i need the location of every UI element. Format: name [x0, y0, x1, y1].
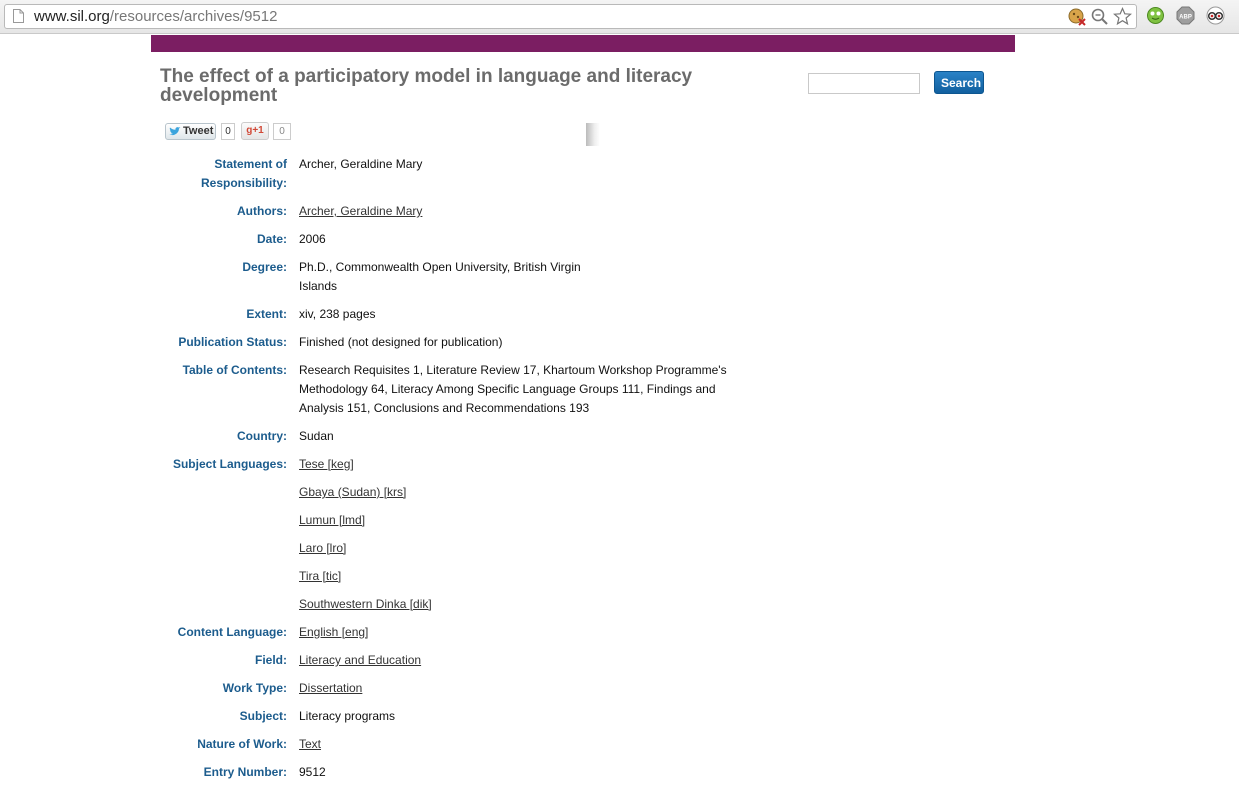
- browser-toolbar: www.sil.org/resources/archives/9512 ABP: [0, 0, 1239, 34]
- subject-language-link[interactable]: Laro [lro]: [299, 539, 729, 558]
- authors-label: Authors:: [237, 204, 287, 218]
- publication-status-label: Publication Status:: [178, 335, 287, 349]
- country-value: Sudan: [299, 429, 334, 443]
- google-plus-button[interactable]: g+1: [241, 122, 269, 140]
- statement-value: Archer, Geraldine Mary: [299, 157, 423, 171]
- nature-of-work-label: Nature of Work:: [197, 737, 287, 751]
- subject-language-link[interactable]: Tira [tic]: [299, 567, 729, 586]
- url-text[interactable]: www.sil.org/resources/archives/9512: [34, 8, 277, 25]
- page-icon: [13, 9, 24, 23]
- subject-row: Subject: Literacy programs: [160, 707, 760, 726]
- field-link[interactable]: Literacy and Education: [299, 653, 421, 667]
- tweet-button[interactable]: Tweet: [165, 123, 216, 140]
- content-language-row: Content Language: English [eng]: [160, 623, 760, 642]
- degree-value: Ph.D., Commonwealth Open University, Bri…: [299, 260, 581, 293]
- degree-row: Degree: Ph.D., Commonwealth Open Univers…: [160, 258, 760, 296]
- work-type-row: Work Type: Dissertation: [160, 679, 760, 698]
- work-type-label: Work Type:: [222, 681, 287, 695]
- search-input[interactable]: [808, 73, 920, 94]
- extent-label: Extent:: [246, 307, 287, 321]
- cookie-blocked-icon[interactable]: [1067, 7, 1086, 26]
- statement-label: Statement of Responsibility:: [200, 157, 287, 190]
- nature-of-work-row: Nature of Work: Text: [160, 735, 760, 754]
- author-link[interactable]: Archer, Geraldine Mary: [299, 204, 422, 218]
- entry-number-row: Entry Number: 9512: [160, 763, 760, 782]
- page-title: The effect of a participatory model in l…: [160, 66, 693, 106]
- country-row: Country: Sudan: [160, 427, 760, 446]
- extent-row: Extent: xiv, 238 pages: [160, 305, 760, 324]
- subject-languages-list: Tese [keg] Gbaya (Sudan) [krs] Lumun [lm…: [299, 455, 729, 614]
- google-plus-count: 0: [273, 123, 291, 140]
- content-language-link[interactable]: English [eng]: [299, 625, 368, 639]
- subject-label: Subject:: [239, 709, 287, 723]
- publication-status-row: Publication Status: Finished (not design…: [160, 333, 760, 352]
- table-of-contents-label: Table of Contents:: [182, 363, 287, 377]
- degree-label: Degree:: [242, 260, 287, 274]
- tweet-label: Tweet: [183, 125, 214, 137]
- country-label: Country:: [237, 429, 287, 443]
- date-label: Date:: [256, 232, 287, 246]
- zoom-icon[interactable]: [1090, 7, 1109, 26]
- address-bar[interactable]: www.sil.org/resources/archives/9512: [4, 4, 1137, 29]
- subject-language-link[interactable]: Gbaya (Sudan) [krs]: [299, 483, 729, 502]
- extent-value: xiv, 238 pages: [299, 307, 376, 321]
- statement-row: Statement of Responsibility: Archer, Ger…: [160, 155, 760, 193]
- date-row: Date: 2006: [160, 230, 760, 249]
- twitter-bird-icon: [169, 127, 181, 136]
- frog-extension-icon[interactable]: [1146, 6, 1165, 25]
- tripadvisor-icon[interactable]: [1206, 6, 1225, 25]
- url-path: /resources/archives/9512: [109, 8, 278, 25]
- bookmark-star-icon[interactable]: [1113, 6, 1132, 26]
- subject-value: Literacy programs: [299, 709, 396, 723]
- record-metadata: Statement of Responsibility: Archer, Ger…: [160, 155, 760, 791]
- content-language-label: Content Language:: [177, 625, 287, 639]
- svg-text:ABP: ABP: [1179, 15, 1192, 21]
- adblock-plus-icon[interactable]: ABP: [1176, 6, 1195, 25]
- date-value: 2006: [299, 232, 326, 246]
- search-button[interactable]: Search: [934, 71, 984, 94]
- field-label: Field:: [255, 653, 287, 667]
- subject-language-link[interactable]: Southwestern Dinka [dik]: [299, 595, 729, 614]
- tweet-count: 0: [221, 123, 235, 140]
- field-row: Field: Literacy and Education: [160, 651, 760, 670]
- subject-language-link[interactable]: Lumun [lmd]: [299, 511, 729, 530]
- table-of-contents-row: Table of Contents: Research Requisites 1…: [160, 361, 760, 418]
- entry-number-label: Entry Number:: [203, 765, 287, 779]
- subject-languages-label: Subject Languages:: [172, 457, 287, 471]
- subject-language-link[interactable]: Tese [keg]: [299, 455, 729, 474]
- site-header-strip: [151, 35, 1015, 52]
- nature-of-work-link[interactable]: Text: [299, 737, 321, 751]
- work-type-link[interactable]: Dissertation: [299, 681, 362, 695]
- url-host: www.sil.org: [34, 8, 110, 25]
- entry-number-value: 9512: [299, 765, 326, 779]
- table-of-contents-value: Research Requisites 1, Literature Review…: [299, 363, 727, 415]
- decorative-shade: [586, 123, 600, 146]
- subject-languages-row: Subject Languages: Tese [keg] Gbaya (Sud…: [160, 455, 760, 614]
- publication-status-value: Finished (not designed for publication): [299, 335, 503, 349]
- authors-row: Authors: Archer, Geraldine Mary: [160, 202, 760, 221]
